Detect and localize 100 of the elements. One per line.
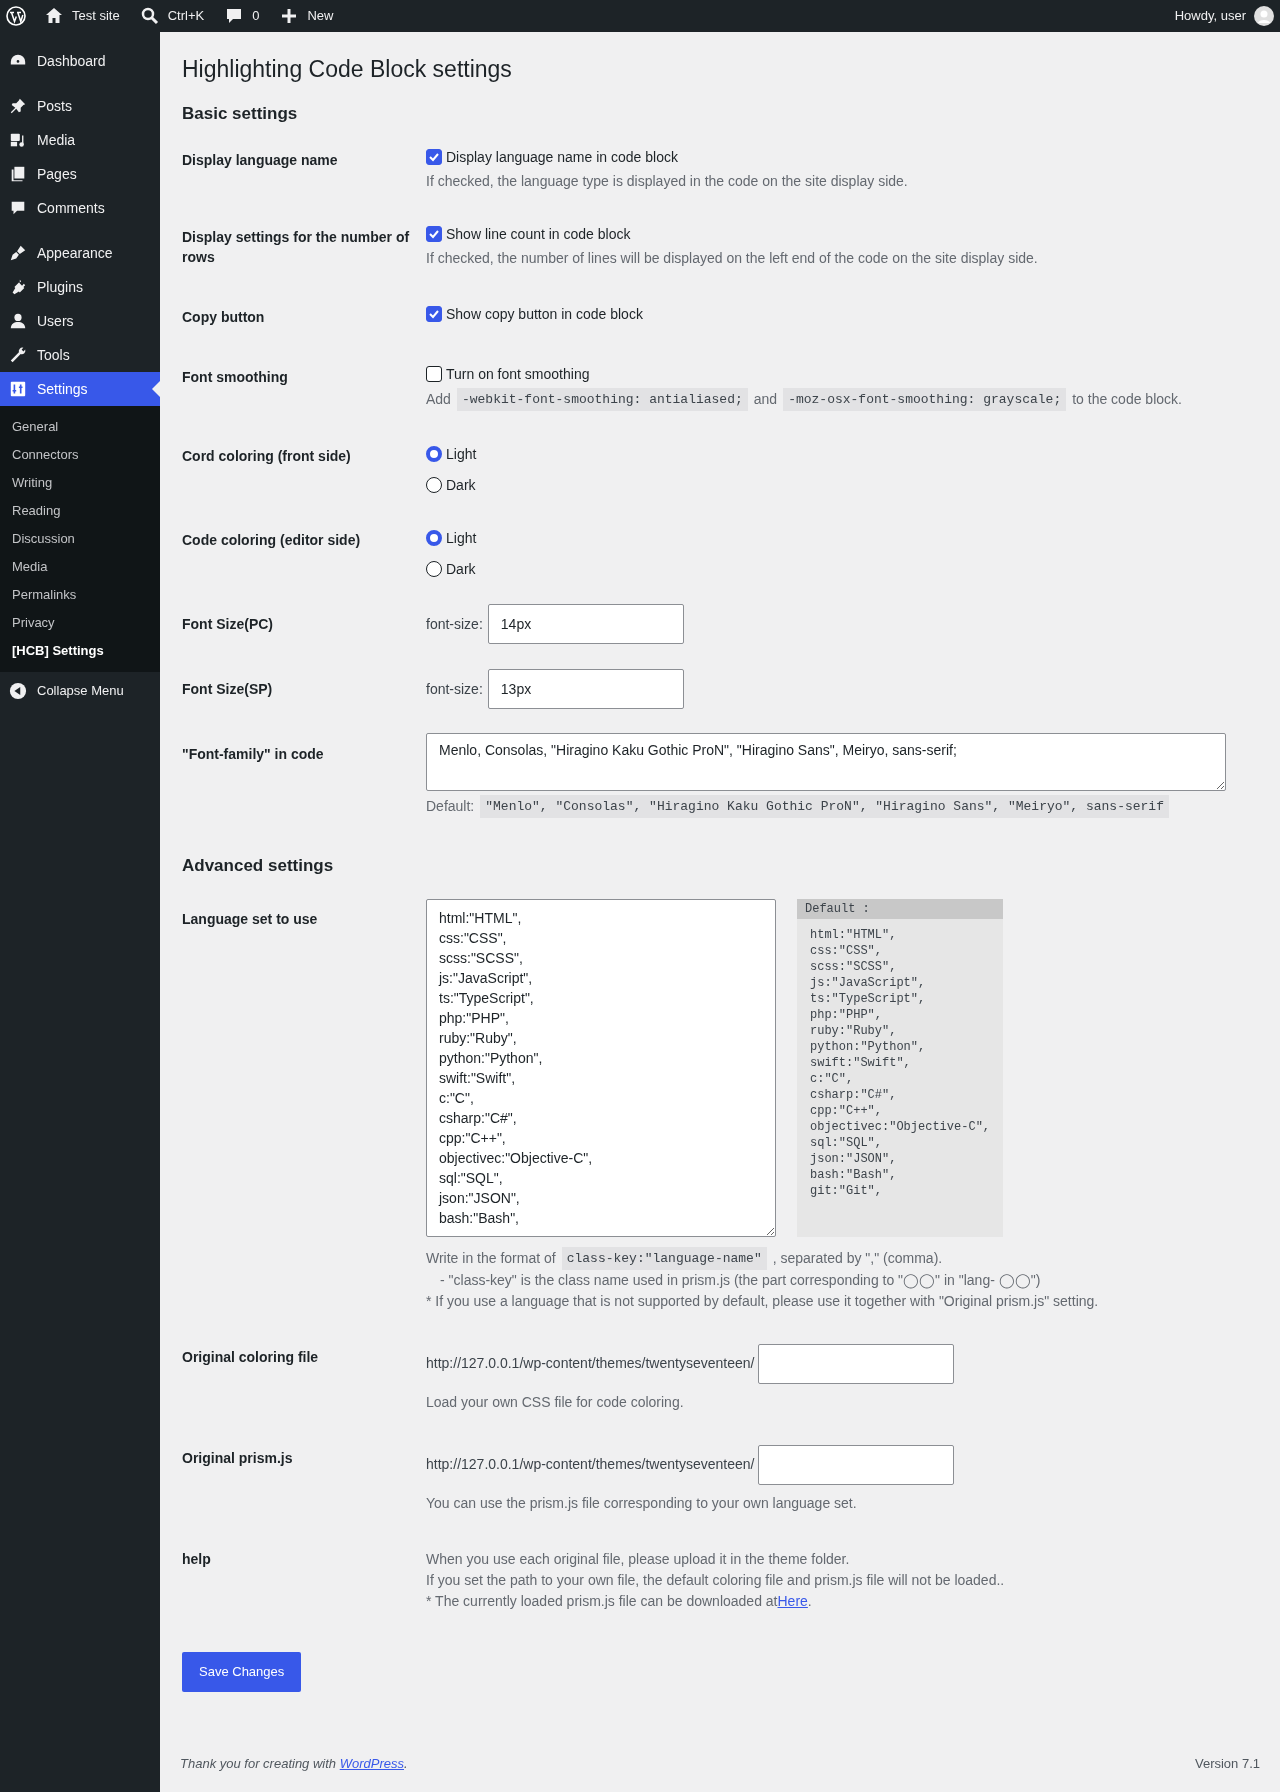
checkbox-label: Show line count in code block — [446, 225, 631, 244]
download-link[interactable]: Here — [777, 1590, 808, 1612]
menu-item[interactable]: Dashboard — [0, 44, 160, 78]
search-icon — [139, 6, 160, 26]
radio-label: Light — [446, 445, 477, 464]
wrench-icon — [9, 346, 27, 364]
menu-item[interactable]: Media — [0, 123, 160, 157]
description-text: Default: — [426, 797, 475, 816]
menu-item[interactable]: Settings — [0, 372, 160, 406]
wordpress-link[interactable]: WordPress — [339, 1756, 404, 1771]
pages-icon — [9, 165, 27, 183]
left-arrow-circle-icon — [9, 682, 27, 700]
toolbar-link[interactable]: 0 — [222, 0, 262, 32]
radio-label: Light — [446, 529, 477, 548]
description-text: . — [807, 1591, 812, 1611]
footer-text: Thank you for creating with — [180, 1756, 338, 1771]
setting-label: Copy button — [182, 308, 266, 327]
description-text: If checked, the number of lines will be displayed on the left end of the code on the site display side. — [426, 249, 1038, 268]
description-text: Write in the format of — [426, 1248, 556, 1268]
section-heading: Basic settings — [182, 102, 299, 125]
url-prefix: http://127.0.0.1/wp-content/themes/twentyseventeen/ — [426, 1354, 755, 1373]
description-text: to the code block. — [1072, 390, 1182, 409]
wordpress-logo-icon — [6, 6, 26, 26]
menu-item[interactable]: Posts — [0, 89, 160, 123]
description-text: and — [753, 390, 778, 409]
brush-icon — [9, 244, 27, 262]
setting-label: Language set to use — [182, 909, 319, 929]
submenu-item[interactable]: [HCB] Settings — [0, 637, 160, 665]
user-icon — [9, 312, 27, 330]
input-field[interactable]: 14px — [487, 604, 684, 644]
menu-item[interactable]: Appearance — [0, 236, 160, 270]
description-text: , separated by "," (comma). — [772, 1248, 943, 1268]
toolbar-link[interactable]: Ctrl+K — [137, 0, 207, 32]
submenu-item[interactable]: Reading — [0, 497, 160, 525]
submenu-item[interactable]: Media — [0, 553, 160, 581]
setting-label: Font smoothing — [182, 368, 289, 387]
description-text: When you use each original file, please upload it in the theme folder. — [426, 1549, 850, 1569]
setting-label: Code coloring (editor side) — [182, 531, 362, 550]
checkbox-label: Display language name in code block — [446, 148, 678, 167]
submenu-item[interactable]: Permalinks — [0, 581, 160, 609]
save-button[interactable]: Save Changes — [182, 1651, 302, 1692]
code-snippet: "Menlo", "Consolas", "Hiragino Kaku Gothic ProN", "Hiragino Sans", "Meiryo", sans-serif — [480, 795, 1169, 818]
setting-label: help — [182, 1549, 212, 1569]
menu-item[interactable]: Users — [0, 304, 160, 338]
checkbox[interactable] — [426, 366, 442, 382]
submenu-item[interactable]: Connectors — [0, 441, 160, 469]
description-text: * If you use a language that is not supported by default, please use it together with "Original prism.js" setting. — [426, 1291, 1099, 1311]
setting-label: Original coloring file — [182, 1347, 320, 1367]
description-text: If you set the path to your own file, the default coloring file and prism.js file will not be loaded.. — [426, 1570, 1005, 1590]
default-code: html:"HTML", css:"CSS", scss:"SCSS", js:"JavaScript", ts:"TypeScript", php:"PHP", ruby:"Ruby", python:"Python", swift:"Swift", c:"C", csharp:"C#", cpp:"C++", objectivec:"Objective-C", sql:"SQL", json:"JSON", bash:"Bash", git:"Git", — [809, 926, 992, 1199]
radio-button[interactable] — [426, 530, 442, 546]
description-text: If checked, the language type is displayed in the code on the site display side. — [426, 172, 908, 191]
input-field[interactable] — [758, 1444, 955, 1485]
version-text: Version 7.1 — [1194, 1755, 1260, 1773]
code-snippet: class-key:"language-name" — [561, 1246, 767, 1270]
field-prefix: font-size: — [426, 614, 483, 634]
checkbox[interactable] — [426, 226, 442, 242]
setting-label: Font Size(PC) — [182, 615, 274, 634]
description-text: Add — [426, 390, 451, 409]
pin-icon — [9, 97, 27, 115]
menu-item[interactable]: Pages — [0, 157, 160, 191]
setting-label: Cord coloring (front side) — [182, 447, 352, 466]
field-prefix: font-size: — [426, 679, 483, 699]
input-field[interactable]: 13px — [487, 669, 684, 709]
input-field[interactable]: html:"HTML", css:"CSS", scss:"SCSS", js:"JavaScript", ts:"TypeScript", php:"PHP", ruby:"Ruby", python:"Python", swift:"Swift", c:"C", csharp:"C#", cpp:"C++", objectivec:"Objective-C", sql:"SQL", json:"JSON", bash:"Bash", — [426, 898, 776, 1237]
avatar-icon — [1254, 6, 1274, 26]
radio-button[interactable] — [426, 446, 442, 462]
checkbox-label: Show copy button in code block — [446, 305, 643, 324]
radio-button[interactable] — [426, 477, 442, 493]
setting-label: "Font-family" in code — [182, 745, 325, 764]
panel-title: Default : — [797, 898, 1003, 919]
checkbox[interactable] — [426, 306, 442, 322]
description-text: * The currently loaded prism.js file can be downloaded at — [426, 1591, 778, 1611]
menu-item[interactable]: Plugins — [0, 270, 160, 304]
code-snippet: -moz-osx-font-smoothing: grayscale; — [783, 388, 1067, 411]
submenu-item[interactable]: Writing — [0, 469, 160, 497]
radio-button[interactable] — [426, 561, 442, 577]
section-heading: Advanced settings — [182, 855, 335, 877]
input-field[interactable] — [758, 1343, 955, 1384]
collapse-menu-button[interactable]: Collapse Menu — [0, 674, 160, 708]
toolbar-link[interactable]: Test site — [42, 0, 122, 32]
code-snippet: -webkit-font-smoothing: antialiased; — [456, 388, 748, 411]
home-icon — [44, 6, 64, 26]
submenu-item[interactable]: Privacy — [0, 609, 160, 637]
description-text: Load your own CSS file for code coloring. — [426, 1392, 684, 1412]
url-prefix: http://127.0.0.1/wp-content/themes/twentyseventeen/ — [426, 1455, 755, 1474]
menu-item[interactable]: Comments — [0, 191, 160, 225]
checkbox-label: Turn on font smoothing — [446, 365, 590, 384]
setting-label: Original prism.js — [182, 1448, 294, 1468]
account-link[interactable]: Howdy, user — [1174, 6, 1274, 26]
description-text: - "class-key" is the class name used in prism.js (the part corresponding to "◯◯" in "lang- ◯◯") — [440, 1270, 1041, 1291]
toolbar-link[interactable]: New — [277, 0, 336, 32]
menu-item[interactable]: Tools — [0, 338, 160, 372]
checkbox[interactable] — [426, 149, 442, 165]
radio-label: Dark — [446, 560, 476, 579]
sliders-icon — [9, 380, 27, 398]
submenu-item[interactable]: General — [0, 413, 160, 441]
setting-label: Display language name — [182, 151, 339, 170]
submenu-item[interactable]: Discussion — [0, 525, 160, 553]
input-field[interactable]: Menlo, Consolas, "Hiragino Kaku Gothic ProN", "Hiragino Sans", Meiryo, sans-serif; — [426, 733, 1226, 791]
